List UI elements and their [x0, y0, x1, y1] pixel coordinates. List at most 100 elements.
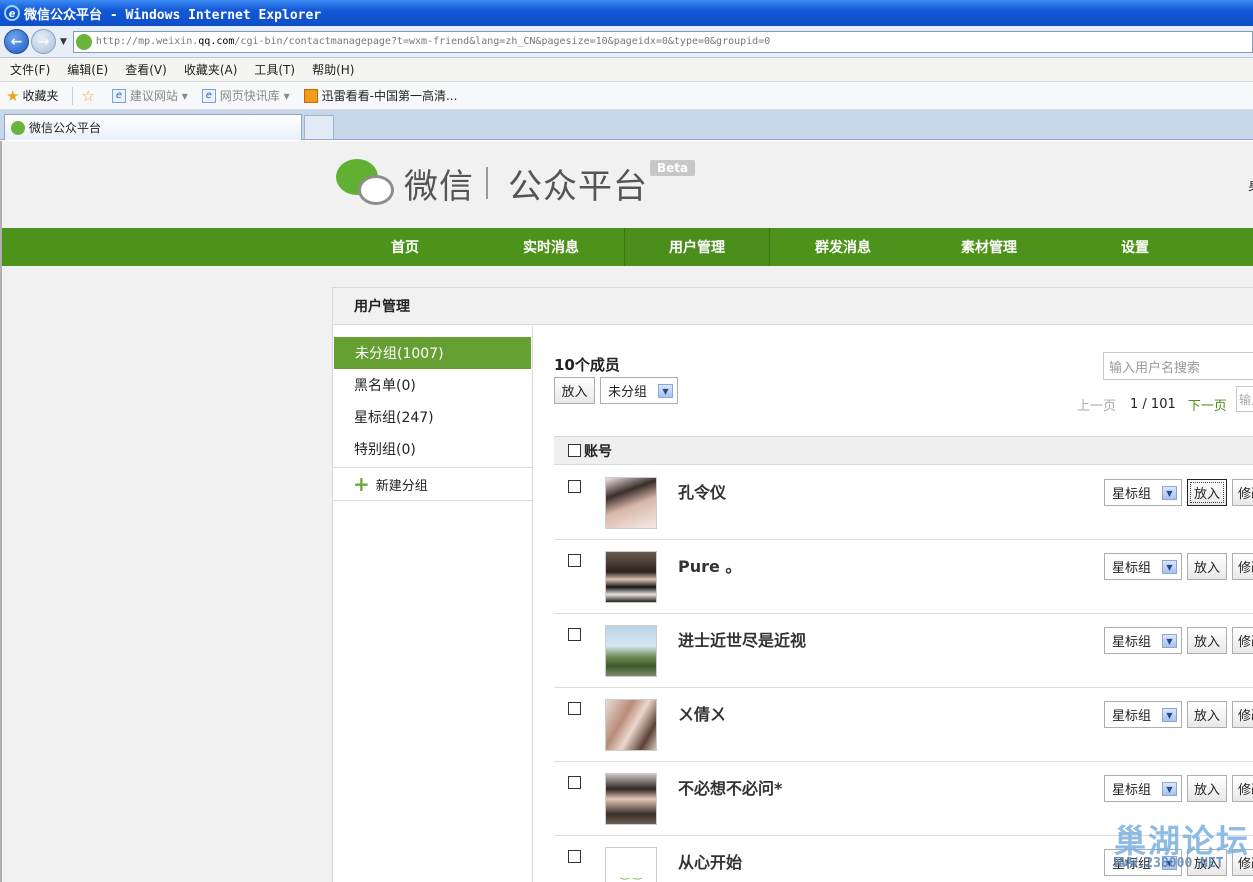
group-sidebar: 未分组(1007) 黑名单(0) 星标组(247) 特别组(0) + 新建分组	[333, 326, 533, 882]
tab-wechat[interactable]: 微信公众平台	[4, 114, 302, 140]
avatar[interactable]	[605, 551, 657, 603]
wechat-logo[interactable]: 微信 公众平台	[334, 157, 648, 209]
nav-mass-messages[interactable]: 群发消息	[770, 228, 916, 266]
user-name[interactable]: 进士近世尽是近视	[678, 627, 806, 651]
row-group-select[interactable]: 星标组 ▼	[1104, 479, 1182, 506]
row-checkbox[interactable]	[568, 776, 581, 789]
nav-settings[interactable]: 设置	[1062, 228, 1208, 266]
main-nav: 首页 实时消息 用户管理 群发消息 素材管理 设置	[2, 228, 1253, 266]
user-name[interactable]: 孔令仪	[678, 479, 726, 503]
menu-bar: 文件(F) 编辑(E) 查看(V) 收藏夹(A) 工具(T) 帮助(H)	[0, 58, 1253, 82]
url-host: qq.com	[198, 36, 235, 47]
new-group-button[interactable]: + 新建分组	[333, 467, 532, 501]
group-item-blacklist[interactable]: 黑名单(0)	[333, 369, 532, 401]
table-row: 不必想不必问* 星标组 ▼ 放入 修改	[554, 762, 1253, 836]
nav-materials[interactable]: 素材管理	[916, 228, 1062, 266]
prev-page-link[interactable]: 上一页	[1077, 395, 1116, 414]
row-put-button[interactable]: 放入	[1187, 701, 1227, 728]
row-put-button[interactable]: 放入	[1187, 553, 1227, 580]
select-all-checkbox[interactable]	[568, 444, 581, 457]
menu-help[interactable]: 帮助(H)	[312, 61, 354, 78]
member-count: 10个成员	[554, 356, 620, 374]
row-group-select[interactable]: 星标组 ▼	[1104, 701, 1182, 728]
row-put-button[interactable]: 放入	[1187, 775, 1227, 802]
suggested-sites-link[interactable]: e 建议网站 ▾	[111, 87, 188, 104]
row-edit-button[interactable]: 修改	[1232, 479, 1253, 506]
header-right-text[interactable]: 身	[1248, 177, 1253, 194]
nav-home[interactable]: 首页	[332, 228, 478, 266]
menu-favorites[interactable]: 收藏夹(A)	[184, 61, 238, 78]
ie-logo-icon: e	[4, 5, 20, 21]
favorites-button[interactable]: ★ 收藏夹	[6, 87, 58, 105]
row-checkbox[interactable]	[568, 628, 581, 641]
row-put-button[interactable]: 放入	[1187, 849, 1227, 876]
nav-user-management[interactable]: 用户管理	[624, 228, 770, 266]
user-name[interactable]: 从心开始	[678, 849, 742, 873]
row-group-value: 星标组	[1112, 561, 1152, 576]
favorites-bar: ★ 收藏夹 ☆ e 建议网站 ▾ e 网页快讯库 ▾ 迅雷看看-中国第一高清..…	[0, 82, 1253, 110]
group-item-starred[interactable]: 星标组(247)	[333, 401, 532, 433]
avatar[interactable]	[605, 477, 657, 529]
group-item-special[interactable]: 特别组(0)	[333, 433, 532, 465]
row-edit-button[interactable]: 修改	[1232, 775, 1253, 802]
row-checkbox[interactable]	[568, 850, 581, 863]
page-number-input[interactable]: 输入	[1236, 386, 1253, 412]
next-page-link[interactable]: 下一页	[1188, 395, 1227, 414]
forward-button[interactable]: →	[31, 29, 56, 54]
favbar-divider	[72, 86, 74, 105]
menu-edit[interactable]: 编辑(E)	[67, 61, 108, 78]
avatar[interactable]: ‿ ‿	[605, 847, 657, 882]
menu-view[interactable]: 查看(V)	[125, 61, 167, 78]
add-favorite-button[interactable]: ☆	[81, 87, 97, 105]
web-slice-gallery-link[interactable]: e 网页快讯库 ▾	[201, 87, 290, 104]
target-group-value: 未分组	[608, 385, 648, 400]
ie-page-icon: e	[201, 88, 216, 103]
row-checkbox[interactable]	[568, 480, 581, 493]
chevron-down-icon: ▼	[658, 384, 673, 398]
row-put-button[interactable]: 放入	[1187, 479, 1227, 506]
row-edit-button[interactable]: 修改	[1232, 701, 1253, 728]
star-icon: ★	[6, 86, 20, 105]
suggested-sites-label: 建议网站 ▾	[129, 89, 188, 103]
history-dropdown-icon[interactable]: ▼	[60, 37, 67, 47]
row-edit-button[interactable]: 修改	[1232, 849, 1253, 876]
put-into-group-button[interactable]: 放入	[554, 377, 595, 404]
row-group-value: 星标组	[1112, 783, 1152, 798]
back-button[interactable]: ←	[4, 29, 29, 54]
user-name[interactable]: 不必想不必问*	[678, 775, 782, 799]
table-row: ‿ ‿ 从心开始 星标组 ▼ 放入 修改	[554, 836, 1253, 882]
menu-file[interactable]: 文件(F)	[10, 61, 50, 78]
xunlei-link[interactable]: 迅雷看看-中国第一高清...	[303, 87, 457, 104]
member-list-area: 10个成员 输入用户名搜索 放入 未分组 ▼ 上一页 1 / 101 下一页 输…	[534, 326, 1253, 882]
avatar[interactable]	[605, 773, 657, 825]
chevron-down-icon: ▼	[1162, 560, 1177, 574]
row-group-select[interactable]: 星标组 ▼	[1104, 849, 1182, 876]
row-checkbox[interactable]	[568, 702, 581, 715]
row-put-button[interactable]: 放入	[1187, 627, 1227, 654]
user-management-panel: 用户管理 未分组(1007) 黑名单(0) 星标组(247) 特别组(0) + …	[332, 287, 1253, 882]
username-search-input[interactable]: 输入用户名搜索	[1103, 352, 1253, 380]
row-group-select[interactable]: 星标组 ▼	[1104, 775, 1182, 802]
row-edit-button[interactable]: 修改	[1232, 627, 1253, 654]
url-input[interactable]: http://mp.weixin. qq.com/cgi-bin/contactm…	[72, 30, 1253, 53]
user-name[interactable]: ㄨ倩ㄨ	[678, 701, 726, 725]
window-titlebar: e 微信公众平台 - Windows Internet Explorer	[0, 0, 1253, 26]
avatar[interactable]	[605, 625, 657, 677]
user-name[interactable]: Pure 。	[678, 553, 741, 577]
avatar[interactable]	[605, 699, 657, 751]
row-edit-button[interactable]: 修改	[1232, 553, 1253, 580]
row-group-select[interactable]: 星标组 ▼	[1104, 553, 1182, 580]
group-item-ungrouped[interactable]: 未分组(1007)	[334, 337, 531, 369]
nav-realtime-messages[interactable]: 实时消息	[478, 228, 624, 266]
row-group-select[interactable]: 星标组 ▼	[1104, 627, 1182, 654]
chevron-down-icon: ▼	[1162, 856, 1177, 870]
new-tab-button[interactable]	[304, 115, 334, 139]
row-group-value: 星标组	[1112, 857, 1152, 872]
menu-tools[interactable]: 工具(T)	[254, 61, 295, 78]
table-row: ㄨ倩ㄨ 星标组 ▼ 放入 修改	[554, 688, 1253, 762]
xunlei-icon	[303, 88, 318, 103]
row-checkbox[interactable]	[568, 554, 581, 567]
favorites-label: 收藏夹	[22, 89, 59, 103]
target-group-select[interactable]: 未分组 ▼	[600, 377, 678, 404]
web-slice-label: 网页快讯库 ▾	[219, 89, 290, 103]
